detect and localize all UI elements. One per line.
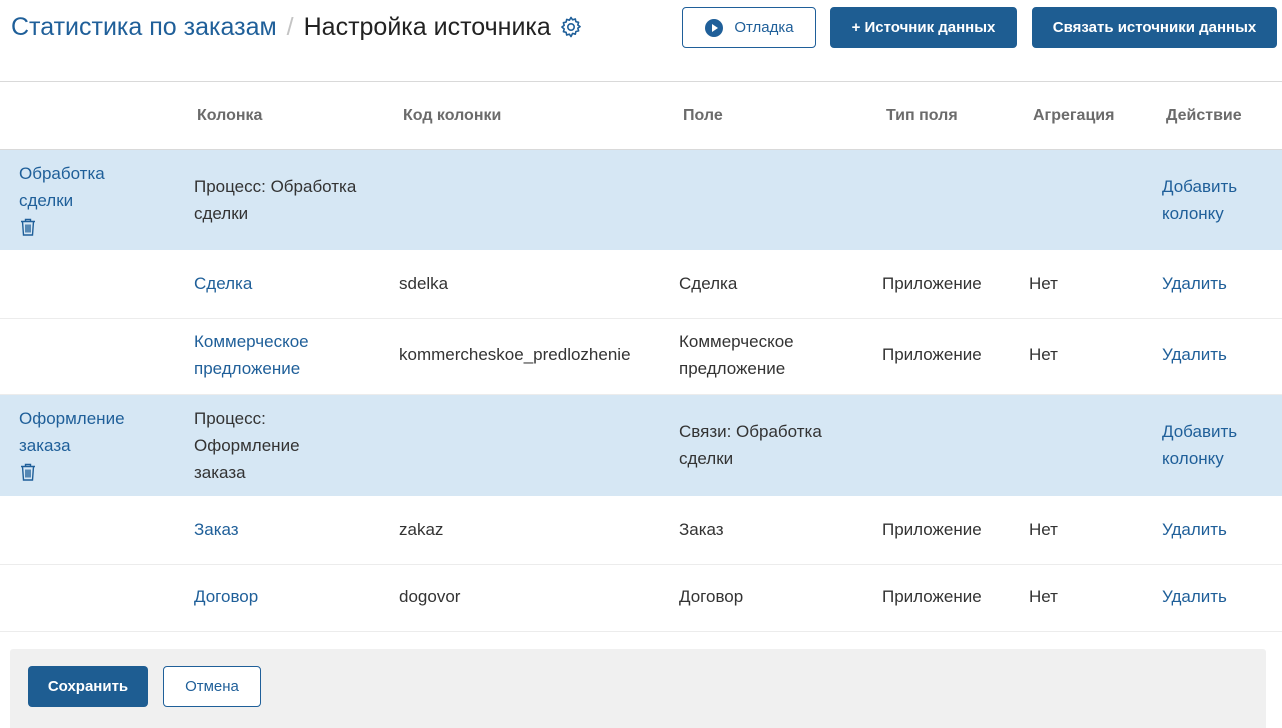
group-process: Процесс: Оформление заказа [194,409,300,482]
trash-icon[interactable] [19,217,37,237]
breadcrumb: Статистика по заказам / Настройка источн… [11,11,583,43]
page-header: Статистика по заказам / Настройка источн… [0,0,1282,82]
delete-column-link[interactable]: Удалить [1162,270,1227,297]
breadcrumb-parent-link[interactable]: Статистика по заказам [11,13,277,42]
play-icon [704,18,724,38]
table-row: Заказ zakaz Заказ Приложение Нет Удалить [0,496,1282,565]
column-code: dogovor [399,587,461,606]
trash-icon[interactable] [19,462,37,482]
column-header-field: Поле [683,107,723,124]
column-code: zakaz [399,520,444,539]
form-footer: Сохранить Отмена [10,649,1266,728]
save-button[interactable]: Сохранить [28,666,148,707]
group-field: Связи: Обработка сделки [679,422,822,468]
column-field-type: Приложение [882,587,982,606]
table-row: Коммерческое предложение kommercheskoe_p… [0,319,1282,395]
column-aggregation: Нет [1029,587,1058,606]
column-header-column: Колонка [197,107,263,124]
group-row: Оформление заказа Процесс: Оформление за… [0,395,1282,496]
column-field-type: Приложение [882,520,982,539]
link-data-sources-button[interactable]: Связать источники данных [1032,7,1277,48]
delete-column-link[interactable]: Удалить [1162,583,1227,610]
column-header-field-type: Тип поля [886,107,958,124]
column-code: sdelka [399,274,449,293]
column-aggregation: Нет [1029,520,1058,539]
add-column-link[interactable]: Добавить колонку [1162,418,1262,472]
column-aggregation: Нет [1029,274,1058,293]
gear-icon[interactable] [559,15,583,39]
column-name-link[interactable]: Договор [194,583,258,610]
column-field-type: Приложение [882,345,982,364]
column-name-link[interactable]: Сделка [194,270,252,297]
delete-column-link[interactable]: Удалить [1162,341,1227,368]
group-process: Процесс: Обработка сделки [194,177,357,223]
debug-button-label: Отладка [734,19,794,36]
column-name-link[interactable]: Заказ [194,516,239,543]
breadcrumb-separator: / [286,12,294,41]
column-field: Сделка [679,274,738,293]
column-field: Коммерческое предложение [679,332,794,378]
column-header-action: Действие [1166,107,1242,124]
column-header-aggregation: Агрегация [1033,107,1115,124]
group-row: Обработка сделки Процесс: Обработка сдел… [0,150,1282,250]
column-field-type: Приложение [882,274,982,293]
table-row: Сделка sdelka Сделка Приложение Нет Удал… [0,250,1282,319]
table-row: Договор dogovor Договор Приложение Нет У… [0,565,1282,632]
add-column-link[interactable]: Добавить колонку [1162,173,1262,227]
column-code: kommercheskoe_predlozhenie [399,345,631,364]
table-header: Колонка Код колонки Поле Тип поля Агрега… [0,82,1282,150]
column-field: Заказ [679,520,724,539]
column-field: Договор [679,587,744,606]
column-aggregation: Нет [1029,345,1058,364]
add-data-source-button[interactable]: + Источник данных [830,7,1017,48]
group-name-link[interactable]: Оформление заказа [19,405,149,459]
group-name-link[interactable]: Обработка сделки [19,160,149,214]
delete-column-link[interactable]: Удалить [1162,516,1227,543]
cancel-button[interactable]: Отмена [163,666,261,707]
debug-button[interactable]: Отладка [682,7,816,48]
column-name-link[interactable]: Коммерческое предложение [194,328,334,382]
column-header-code: Код колонки [403,107,502,124]
page-title: Настройка источника [303,12,551,41]
